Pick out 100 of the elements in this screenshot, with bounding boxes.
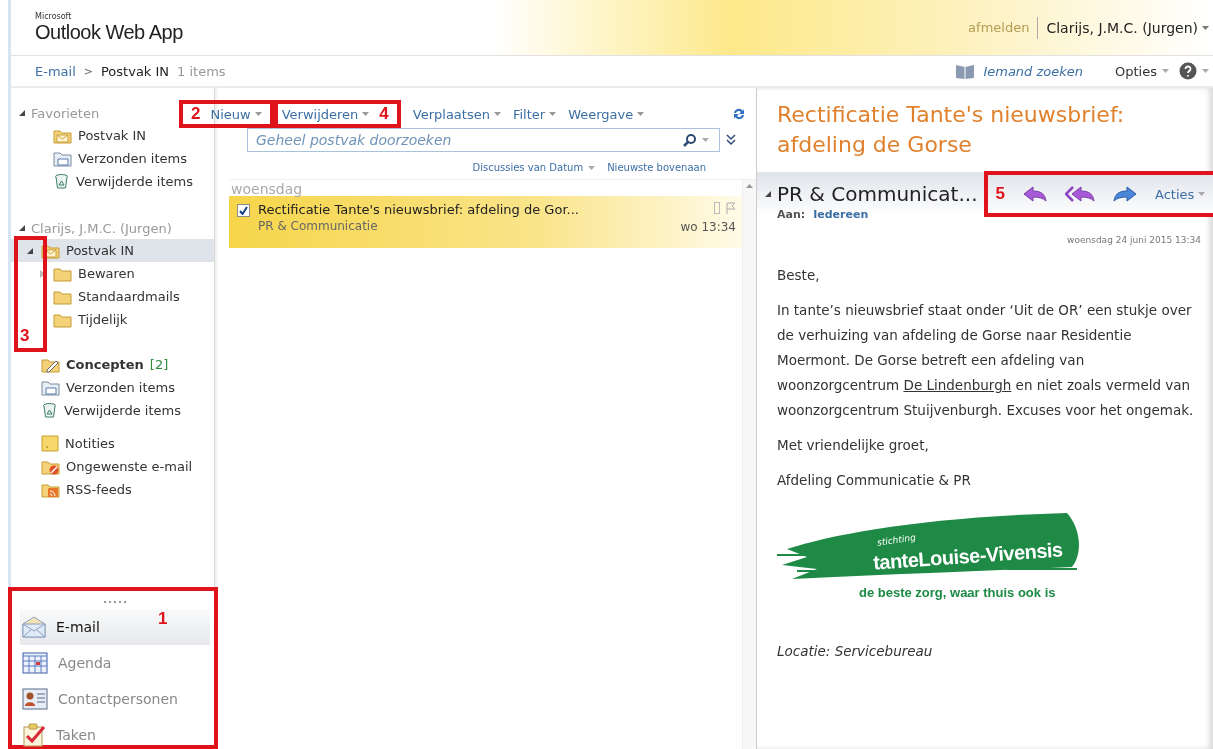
reply-all-icon <box>1065 186 1095 202</box>
logo-tagline: de beste zorg, waar thuis ook is <box>859 585 1056 600</box>
search-input[interactable]: Geheel postvak doorzoeken <box>254 131 683 149</box>
toolbar-button[interactable]: Verwijderen <box>281 106 370 122</box>
toolbar-button[interactable]: Filter <box>512 106 557 122</box>
refresh-button[interactable] <box>732 107 746 121</box>
annotation-number: 4 <box>379 104 389 124</box>
inbox-icon <box>53 127 72 144</box>
message-time: wo 13:34 <box>680 220 736 234</box>
body-paragraph: In tante’s nieuwsbrief staat onder ‘Uit de OR’ een stukje over de verhuizing van afdeling de Gorse naar Residentie Moermont. De Gorse betreft een afdeling van woonzorgcentrum De Lindenburgh en niet zoals vermeld van woonzorgcentrum Stuijvenburgh. Excuses voor het ongemak. <box>777 301 1195 420</box>
action-button[interactable] <box>1023 186 1047 202</box>
annotation-number: 1 <box>158 609 168 629</box>
checkbox[interactable] <box>237 204 250 217</box>
folder-item[interactable]: Verzonden items <box>11 376 214 399</box>
current-folder: Postvak IN <box>101 63 170 79</box>
annotation-number: 2 <box>191 104 201 124</box>
reply-icon <box>1023 186 1047 202</box>
sender-name: PR & Communicat... <box>777 182 978 206</box>
date-group-label: woensdag <box>230 182 304 196</box>
calendar-icon <box>22 652 48 674</box>
caret-icon <box>588 165 596 170</box>
people-search-link[interactable]: Iemand zoeken <box>955 63 1084 79</box>
caret-icon <box>1162 69 1169 73</box>
caret-icon <box>701 138 709 142</box>
flag-icon <box>726 202 736 214</box>
scroll-up-icon[interactable] <box>746 184 753 188</box>
nav-item[interactable]: Taken <box>20 717 210 749</box>
sort-order-link[interactable]: Nieuwste bovenaan <box>607 162 706 173</box>
search-icon <box>683 133 697 147</box>
recipient-link[interactable]: Iedereen <box>813 208 869 221</box>
annotation-number: 3 <box>20 326 30 346</box>
folder-icon <box>53 265 72 282</box>
envelope-icon <box>22 616 46 638</box>
folder-item[interactable]: Postvak IN <box>11 239 214 262</box>
trash-icon <box>53 173 70 190</box>
message-date: woensdag 24 juni 2015 13:34 <box>1066 235 1201 245</box>
folder-item[interactable]: Bewaren <box>11 262 214 285</box>
folder-icon <box>53 288 72 305</box>
to-label: Aan: <box>777 208 806 221</box>
actions-menu[interactable]: Acties <box>1155 186 1206 202</box>
message-sender: PR & Communicatie <box>258 219 379 233</box>
body-paragraph: Beste, <box>777 266 821 285</box>
arrange-menu[interactable]: Discussies van Datum <box>472 162 596 173</box>
message-item[interactable]: Rectificatie Tante's nieuwsbrief: afdeling de Gor... PR & Communicatie wo 13:34 <box>229 196 742 248</box>
nav-item[interactable]: Contactpersonen <box>20 681 210 717</box>
note-icon <box>41 435 59 452</box>
body-paragraph: Met vriendelijke groet, <box>777 436 930 455</box>
action-button[interactable] <box>1065 186 1095 202</box>
caret-icon <box>549 112 557 116</box>
user-menu[interactable]: Clarijs, J.M.C. (Jurgen) <box>1046 19 1209 36</box>
folder-item[interactable]: Notities <box>11 432 214 455</box>
category-icon <box>714 202 720 214</box>
item-count: 1 items <box>177 63 226 79</box>
junk-folder-icon <box>41 458 60 475</box>
caret-icon <box>1198 192 1206 196</box>
toolbar-button[interactable]: Weergave <box>568 106 645 122</box>
body-paragraph: Afdeling Communicatie & PR <box>777 471 972 490</box>
body-link[interactable]: De Lindenburgh <box>903 377 1012 393</box>
task-clipboard-icon <box>22 723 46 747</box>
caret-icon <box>637 112 645 116</box>
toolbar-button[interactable]: Verplaatsen <box>412 106 501 122</box>
breadcrumb-link[interactable]: E-mail <box>35 63 76 79</box>
nav-item[interactable]: Agenda <box>20 645 210 681</box>
caret-icon <box>362 112 370 116</box>
caret-icon <box>1202 69 1209 73</box>
breadcrumb-separator: > <box>83 64 93 78</box>
forward-icon <box>1113 186 1137 202</box>
folder-item[interactable]: Standaardmails <box>11 285 214 308</box>
options-menu[interactable]: Opties <box>1115 63 1169 79</box>
folder-item[interactable]: Verzonden items <box>11 147 214 170</box>
drafts-icon <box>41 356 60 373</box>
caret-icon <box>1202 25 1209 30</box>
folder-item[interactable]: Verwijderde items <box>11 170 214 193</box>
body-paragraph: Locatie: Servicebureau <box>777 642 934 661</box>
search-field[interactable]: Geheel postvak doorzoeken <box>247 128 720 152</box>
folder-item[interactable]: RSS-feeds <box>11 478 214 501</box>
toolbar-button[interactable]: Nieuw <box>210 106 262 122</box>
sent-folder-icon <box>41 379 60 396</box>
refresh-icon <box>732 107 746 121</box>
brand-small: Microsoft <box>35 12 73 21</box>
trash-icon <box>41 402 58 419</box>
folder-item[interactable]: Concepten [2] <box>11 353 214 376</box>
caret-icon <box>493 112 501 116</box>
address-book-icon <box>955 63 976 79</box>
caret-icon <box>254 112 262 116</box>
action-button[interactable] <box>1113 186 1137 202</box>
expand-icon[interactable] <box>726 134 736 146</box>
message-title: Rectificatie Tante's nieuwsbrief: afdeling de Gorse <box>777 101 1126 159</box>
help-icon <box>1179 62 1197 80</box>
folder-item[interactable]: Verwijderde items <box>11 399 214 422</box>
folder-icon <box>53 311 72 328</box>
contact-card-icon <box>22 688 48 710</box>
help-button[interactable] <box>1179 62 1209 80</box>
annotation-number: 5 <box>995 184 1005 204</box>
message-subject: Rectificatie Tante's nieuwsbrief: afdeling de Gor... <box>258 202 580 217</box>
app-logo: Outlook Web App <box>35 21 183 43</box>
sent-folder-icon <box>53 150 72 167</box>
rss-folder-icon <box>41 481 60 498</box>
folder-item[interactable]: Ongewenste e-mail <box>11 455 214 478</box>
folder-item[interactable]: Postvak IN <box>11 124 214 147</box>
